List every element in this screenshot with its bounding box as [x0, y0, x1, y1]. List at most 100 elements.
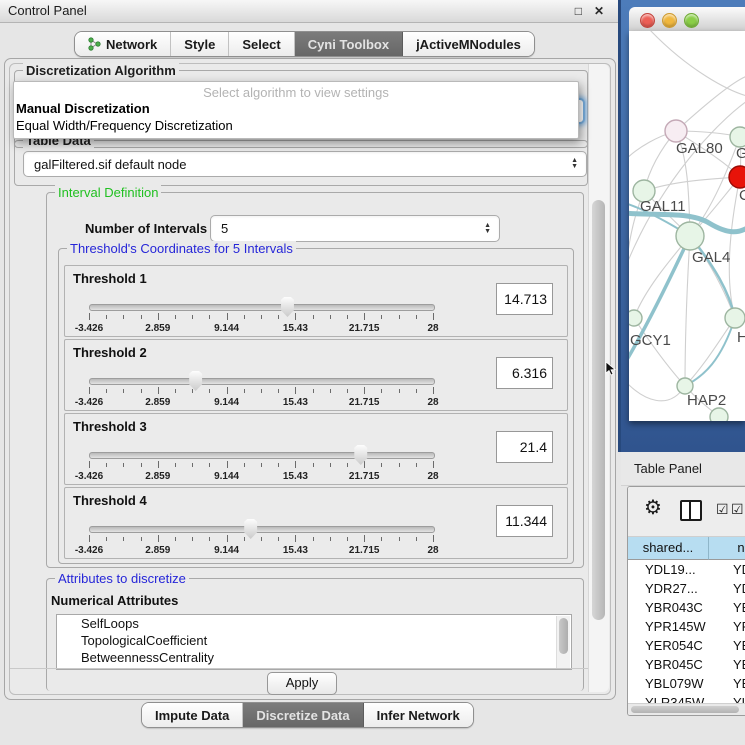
cell-shared-name[interactable]: YBL079W — [628, 674, 725, 693]
table-row[interactable]: YPR145W YPR1 — [628, 617, 745, 636]
table-data-group: Table Data galFiltered.sif default node … — [14, 140, 588, 186]
threshold-value-field[interactable]: 6.316 — [496, 357, 553, 389]
threshold-value-field[interactable]: 14.713 — [496, 283, 553, 315]
node-gal80[interactable] — [665, 120, 687, 142]
attributes-list-scrollbar[interactable] — [556, 616, 570, 668]
cell-name[interactable]: YDR2 — [725, 579, 745, 598]
node-gal4[interactable] — [676, 222, 704, 250]
slider-track[interactable] — [89, 304, 435, 311]
cell-shared-name[interactable]: YER054C — [628, 636, 725, 655]
algorithm-dropdown-popup: Select algorithm to view settings Manual… — [13, 81, 579, 139]
cell-name[interactable]: YER0 — [725, 636, 745, 655]
table-row[interactable]: YDR27... YDR2 — [628, 579, 745, 598]
cell-shared-name[interactable]: YBR045C — [628, 655, 725, 674]
threshold-slider[interactable]: -3.4262.8599.14415.4321.71528 — [89, 518, 433, 556]
tick-mark — [209, 537, 210, 541]
cell-name[interactable]: YDL1 — [725, 560, 745, 579]
thresholds-group-title: Threshold's Coordinates for 5 Intervals — [67, 241, 296, 256]
column-header-name[interactable]: n — [709, 537, 745, 560]
attribute-list-item[interactable]: BetweennessCentrality — [57, 649, 571, 666]
float-window-icon[interactable]: □ — [575, 4, 582, 18]
apply-button[interactable]: Apply — [267, 672, 337, 695]
tick-mark — [399, 315, 400, 319]
network-canvas[interactable]: GAL80 GA C GAL11 GAL4 GCY1 H HAP2 — [629, 31, 745, 421]
slider-track[interactable] — [89, 378, 435, 385]
cell-shared-name[interactable]: YDL19... — [628, 560, 725, 579]
attribute-list-item[interactable]: SelfLoops — [57, 615, 571, 632]
node-gcy1[interactable] — [629, 310, 642, 326]
label-c-partial: C — [739, 187, 745, 204]
tick-mark — [141, 315, 142, 319]
table-row[interactable]: YER054C YER0 — [628, 636, 745, 655]
table-row[interactable]: YDL19... YDL1 — [628, 560, 745, 579]
panel-scrollbar-thumb[interactable] — [592, 200, 605, 620]
table-data-combobox[interactable]: galFiltered.sif default node ▲▼ — [23, 151, 587, 177]
close-icon[interactable]: ✕ — [594, 4, 604, 18]
tab-network[interactable]: Network — [75, 32, 171, 56]
cell-shared-name[interactable]: YDR27... — [628, 579, 725, 598]
tick-mark — [106, 389, 107, 393]
threshold-value-field[interactable]: 21.4 — [496, 431, 553, 463]
tick-mark — [158, 461, 159, 468]
tab-select[interactable]: Select — [229, 32, 294, 56]
cell-shared-name[interactable]: YBR043C — [628, 598, 725, 617]
table-scrollbar-thumb[interactable] — [631, 706, 739, 713]
slider-track[interactable] — [89, 526, 435, 533]
close-traffic-light-icon[interactable] — [640, 13, 655, 28]
table-body: YDL19... YDL1 YDR27... YDR2 YBR043C YBR0… — [628, 560, 745, 716]
node-top-right[interactable] — [730, 127, 745, 147]
cell-name[interactable]: YBR0 — [725, 598, 745, 617]
tab-infer-network[interactable]: Infer Network — [364, 703, 473, 727]
tab-discretize-data[interactable]: Discretize Data — [243, 703, 363, 727]
node-selected-red[interactable] — [729, 166, 745, 188]
gear-icon[interactable]: ⚙ — [644, 498, 662, 518]
checkbox-icon[interactable]: ☑ — [731, 501, 744, 518]
threshold-slider[interactable]: -3.4262.8599.14415.4321.71528 — [89, 370, 433, 408]
node-h[interactable] — [725, 308, 745, 328]
checkbox-icon[interactable]: ☑ — [716, 501, 729, 518]
tab-impute-data[interactable]: Impute Data — [142, 703, 243, 727]
tick-label: 15.43 — [283, 471, 308, 482]
tab-cyni-toolbox[interactable]: Cyni Toolbox — [295, 32, 403, 56]
tick-mark — [330, 315, 331, 319]
tick-mark — [381, 537, 382, 541]
tab-style[interactable]: Style — [171, 32, 229, 56]
cell-name[interactable]: YBR0 — [725, 655, 745, 674]
threshold-value-field[interactable]: 11.344 — [496, 505, 553, 537]
minimize-traffic-light-icon[interactable] — [662, 13, 677, 28]
table-horizontal-scrollbar[interactable] — [628, 703, 745, 715]
tab-jactivemnodules[interactable]: jActiveMNodules — [403, 32, 534, 56]
cell-shared-name[interactable]: YPR145W — [628, 617, 725, 636]
tick-mark — [399, 389, 400, 393]
algorithm-option-manual[interactable]: Manual Discretization — [16, 101, 150, 116]
table-row[interactable]: YBR045C YBR0 — [628, 655, 745, 674]
network-nodes[interactable] — [629, 120, 745, 421]
threshold-row: Threshold 4 -3.4262.8599.14415.4321.7152… — [64, 487, 568, 559]
column-header-shared[interactable]: shared... — [628, 537, 709, 560]
tick-mark — [278, 315, 279, 319]
table-row[interactable]: YBR043C YBR0 — [628, 598, 745, 617]
node-bottom[interactable] — [710, 408, 728, 421]
threshold-slider[interactable]: -3.4262.8599.14415.4321.71528 — [89, 296, 433, 334]
tick-mark — [330, 537, 331, 541]
table-row[interactable]: YBL079W YBL0 — [628, 674, 745, 693]
tick-mark — [416, 315, 417, 319]
cell-name[interactable]: YBL0 — [725, 674, 745, 693]
tick-label: 2.859 — [145, 397, 170, 408]
numerical-attributes-list[interactable]: SelfLoops TopologicalCoefficient Between… — [56, 614, 572, 670]
cell-name[interactable]: YPR1 — [725, 617, 745, 636]
zoom-traffic-light-icon[interactable] — [684, 13, 699, 28]
tick-mark — [158, 535, 159, 542]
algorithm-option-equal-width[interactable]: Equal Width/Frequency Discretization — [16, 118, 233, 133]
tick-mark — [89, 387, 90, 394]
num-intervals-combobox[interactable]: 5 ▲▼ — [210, 215, 500, 242]
slider-ticks — [89, 461, 433, 470]
label-gal80: GAL80 — [676, 140, 723, 157]
slider-track[interactable] — [89, 452, 435, 459]
attributes-list-scrollbar-thumb[interactable] — [559, 618, 568, 654]
attribute-list-item[interactable]: TopologicalCoefficient — [57, 632, 571, 649]
panel-vertical-scrollbar[interactable] — [588, 64, 609, 692]
split-columns-icon[interactable] — [680, 500, 702, 521]
tick-mark — [330, 463, 331, 467]
threshold-slider[interactable]: -3.4262.8599.14415.4321.71528 — [89, 444, 433, 482]
